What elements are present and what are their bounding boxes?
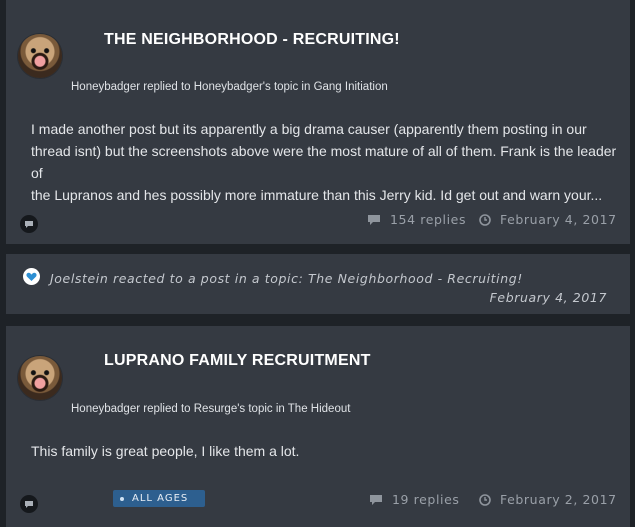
- reply-count-label: 19 replies: [392, 492, 460, 507]
- post-date: February 2, 2017: [479, 492, 617, 507]
- reply-count: 19 replies: [369, 492, 460, 507]
- post-excerpt-line: This family is great people, I like them…: [31, 443, 300, 459]
- comment-icon[interactable]: [20, 215, 38, 233]
- post-excerpt: I made another post but its apparently a…: [31, 118, 630, 206]
- heart-icon: [23, 268, 40, 285]
- reply-count: 154 replies: [367, 212, 466, 227]
- post-excerpt-line: I made another post but its apparently a…: [31, 121, 587, 137]
- tag-badge[interactable]: ALL AGES: [113, 490, 205, 507]
- reaction-text[interactable]: Joelstein reacted to a post in a topic: …: [50, 271, 523, 286]
- clock-icon: [479, 213, 491, 226]
- tag-label: ALL AGES: [132, 493, 189, 504]
- activity-post-card: LUPRANO FAMILY RECRUITMENT Honeybadger r…: [6, 326, 630, 527]
- post-meta: Honeybadger replied to Honeybadger's top…: [71, 81, 388, 93]
- comment-icon: [368, 214, 380, 225]
- avatar[interactable]: [18, 356, 62, 400]
- post-meta: Honeybadger replied to Resurge's topic i…: [71, 403, 351, 415]
- reaction-activity-card: Joelstein reacted to a post in a topic: …: [6, 254, 630, 314]
- avatar[interactable]: [18, 34, 62, 78]
- comment-icon: [370, 494, 382, 505]
- post-excerpt-line: thread isnt) but the screenshots above w…: [31, 143, 617, 181]
- post-title[interactable]: LUPRANO FAMILY RECRUITMENT: [104, 352, 371, 370]
- comment-icon[interactable]: [20, 495, 38, 513]
- tag-dot-icon: [120, 496, 124, 501]
- post-excerpt-line: the Lupranos and hes possibly more immat…: [31, 187, 603, 203]
- post-date-label: February 4, 2017: [500, 212, 617, 227]
- post-date: February 4, 2017: [479, 212, 617, 227]
- reaction-date: February 4, 2017: [489, 290, 607, 305]
- post-excerpt: This family is great people, I like them…: [31, 440, 630, 462]
- post-date-label: February 2, 2017: [500, 492, 617, 507]
- activity-post-card: THE NEIGHBORHOOD - RECRUITING! Honeybadg…: [6, 0, 630, 244]
- reply-count-label: 154 replies: [390, 212, 467, 227]
- clock-icon: [479, 493, 491, 506]
- post-title[interactable]: THE NEIGHBORHOOD - RECRUITING!: [104, 31, 400, 49]
